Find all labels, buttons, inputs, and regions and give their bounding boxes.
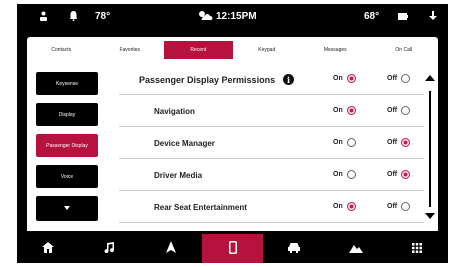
device-manager-on-radio[interactable] — [346, 138, 356, 147]
permission-row-device-manager: Device Manager On Off — [119, 127, 424, 159]
music-icon — [104, 241, 115, 256]
phone-tabs: Contacts Favorites Recent Keypad Message… — [27, 37, 438, 63]
scroll-track[interactable] — [429, 91, 431, 207]
sidebar: Keysense Display Passenger Display Voice — [36, 72, 98, 229]
permission-row-navigation: Navigation On Off — [119, 95, 424, 127]
header-on-option[interactable]: On — [333, 74, 356, 83]
rear-seat-off-option[interactable]: Off — [387, 202, 411, 211]
header-off-radio[interactable] — [401, 74, 411, 83]
tab-keypad[interactable]: Keypad — [233, 37, 302, 63]
chevron-down-icon — [64, 205, 70, 212]
nav-home[interactable] — [17, 234, 79, 263]
content-panel: Keysense Display Passenger Display Voice… — [27, 63, 438, 231]
sidebar-more-button[interactable] — [36, 196, 98, 221]
user-icon[interactable] — [39, 11, 48, 21]
battery-icon — [398, 13, 408, 20]
navigation-off-option[interactable]: Off — [387, 106, 411, 115]
permission-row-rear-seat-entertainment: Rear Seat Entertainment On Off — [119, 191, 424, 223]
weather-icon — [197, 9, 213, 21]
sidebar-item-keysense[interactable]: Keysense — [36, 72, 98, 95]
bottom-nav — [17, 234, 448, 263]
permission-row-driver-media: Driver Media On Off — [119, 159, 424, 191]
rear-seat-on-option[interactable]: On — [333, 202, 356, 211]
scroll-up-icon[interactable] — [425, 75, 435, 81]
nav-all-apps[interactable] — [386, 234, 448, 263]
vehicle-icon — [287, 242, 301, 256]
bell-icon[interactable] — [69, 11, 78, 21]
driver-media-on-radio[interactable] — [346, 170, 356, 179]
permission-label: Rear Seat Entertainment — [154, 203, 247, 212]
header-off-option[interactable]: Off — [387, 74, 411, 83]
device-manager-off-radio[interactable] — [401, 138, 411, 147]
tab-recent[interactable]: Recent — [164, 41, 233, 59]
phone-icon — [228, 240, 237, 257]
scroll-down-icon[interactable] — [425, 213, 435, 219]
sidebar-item-voice[interactable]: Voice — [36, 165, 98, 188]
device-manager-off-option[interactable]: Off — [387, 138, 411, 147]
navigation-icon — [165, 241, 176, 256]
navigation-on-option[interactable]: On — [333, 106, 356, 115]
permissions-header-row: Passenger Display Permissions i On Off — [119, 63, 424, 95]
nav-apps[interactable] — [325, 234, 387, 263]
rear-seat-on-radio[interactable] — [346, 202, 356, 211]
nav-vehicle[interactable] — [263, 234, 325, 263]
permissions-title: Passenger Display Permissions — [139, 75, 276, 85]
outside-temperature: 78° — [95, 11, 111, 22]
tab-contacts[interactable]: Contacts — [27, 37, 96, 63]
header-on-radio[interactable] — [346, 74, 356, 83]
driver-media-off-radio[interactable] — [401, 170, 411, 179]
download-icon[interactable] — [429, 11, 437, 21]
driver-media-on-option[interactable]: On — [333, 170, 356, 179]
inside-temperature: 68° — [364, 11, 380, 22]
status-bar: 78° 12:15PM 68° — [17, 4, 448, 34]
navigation-off-radio[interactable] — [401, 106, 411, 115]
nav-phone[interactable] — [201, 234, 264, 263]
permission-label: Navigation — [154, 107, 195, 116]
navigation-on-radio[interactable] — [346, 106, 356, 115]
sidebar-item-passenger-display[interactable]: Passenger Display — [36, 134, 98, 157]
device-manager-on-option[interactable]: On — [333, 138, 356, 147]
permission-label: Device Manager — [154, 139, 215, 148]
info-icon[interactable]: i — [283, 74, 294, 85]
tab-messages[interactable]: Messages — [301, 37, 370, 63]
driver-media-off-option[interactable]: Off — [387, 170, 411, 179]
permission-label: Driver Media — [154, 171, 203, 180]
home-icon — [41, 241, 54, 256]
sidebar-item-display[interactable]: Display — [36, 103, 98, 126]
nav-navigation[interactable] — [140, 234, 202, 263]
tab-favorites[interactable]: Favorites — [96, 37, 165, 63]
nav-media[interactable] — [79, 234, 141, 263]
infotainment-screen: 78° 12:15PM 68° Contacts Favorites Recen… — [17, 4, 448, 263]
scrollbar[interactable] — [424, 75, 438, 225]
grid-icon — [412, 242, 423, 256]
permissions-list: Passenger Display Permissions i On Off N… — [119, 63, 424, 223]
tab-on-call[interactable]: On Call — [370, 37, 439, 63]
clock: 12:15PM — [216, 11, 257, 22]
apps-icon — [348, 242, 363, 256]
rear-seat-off-radio[interactable] — [401, 202, 411, 211]
